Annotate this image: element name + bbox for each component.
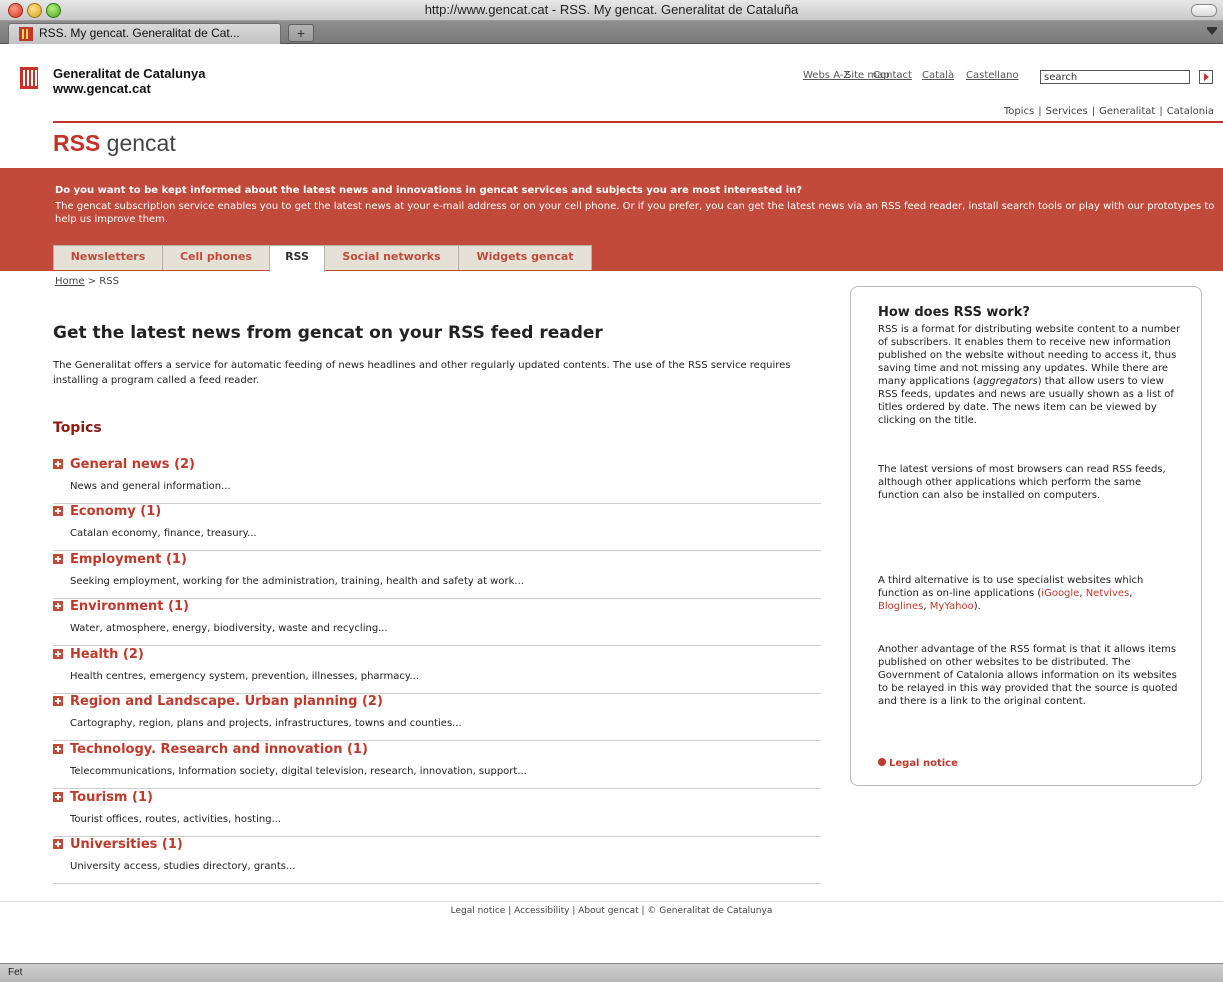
- search-input[interactable]: [1040, 70, 1190, 84]
- topic-description: News and general information...: [70, 481, 231, 492]
- breadcrumb-current: RSS: [99, 276, 119, 287]
- topic-description: Tourist offices, routes, activities, hos…: [70, 814, 282, 825]
- brand-name[interactable]: Generalitat de Catalunya: [53, 66, 205, 81]
- list-item: Economy (1) Catalan economy, finance, tr…: [53, 504, 821, 551]
- topic-description: University access, studies directory, gr…: [70, 861, 296, 872]
- browser-tab-bar: RSS. My gencat. Generalitat de Cat... +: [0, 21, 1223, 44]
- list-item: Region and Landscape. Urban planning (2)…: [53, 694, 821, 741]
- breadcrumb-home[interactable]: Home: [55, 276, 85, 287]
- list-item: Universities (1) University access, stud…: [53, 837, 821, 884]
- gencat-favicon-icon: [19, 27, 33, 41]
- topic-link[interactable]: Environment (1): [70, 599, 189, 614]
- topic-description: Water, atmosphere, energy, biodiversity,…: [70, 623, 388, 634]
- topic-link[interactable]: Health (2): [70, 647, 144, 662]
- window-title: http://www.gencat.cat - RSS. My gencat. …: [424, 2, 799, 17]
- footer-divider: [0, 901, 1223, 902]
- link-bloglines[interactable]: Bloglines: [878, 601, 923, 612]
- topic-link[interactable]: General news (2): [70, 457, 195, 472]
- nav-catalonia[interactable]: Catalonia: [1167, 106, 1214, 117]
- rss-gencat-title: RSS gencat: [53, 130, 176, 156]
- top-navigation: Topics | Services | Generalitat | Catalonia: [1003, 106, 1214, 117]
- topic-link[interactable]: Employment (1): [70, 552, 187, 567]
- nav-generalitat[interactable]: Generalitat: [1099, 106, 1155, 117]
- banner-question: Do you want to be kept informed about th…: [55, 185, 803, 196]
- expand-icon[interactable]: [53, 744, 63, 754]
- topic-link[interactable]: Universities (1): [70, 837, 183, 852]
- status-text: Fet: [8, 967, 23, 978]
- sidebar-paragraph-2: The latest versions of most browsers can…: [878, 464, 1166, 501]
- list-item: Environment (1) Water, atmosphere, energ…: [53, 599, 821, 646]
- search-go-button[interactable]: [1199, 70, 1213, 84]
- sidebar-paragraph-1: RSS is a format for distributing website…: [878, 324, 1181, 426]
- brand-url[interactable]: www.gencat.cat: [53, 81, 151, 96]
- nav-services[interactable]: Services: [1046, 106, 1088, 117]
- expand-icon[interactable]: [53, 506, 63, 516]
- browser-tab-label: RSS. My gencat. Generalitat de Cat...: [39, 26, 240, 40]
- expand-icon[interactable]: [53, 459, 63, 469]
- list-item: General news (2) News and general inform…: [53, 457, 821, 504]
- breadcrumb: Home > RSS: [55, 276, 119, 287]
- link-webs-az[interactable]: Webs A-Z: [803, 70, 850, 81]
- generalitat-logo-icon[interactable]: [20, 67, 38, 89]
- expand-icon[interactable]: [53, 792, 63, 802]
- legal-notice-link[interactable]: Legal notice: [878, 758, 958, 769]
- tab-social-networks[interactable]: Social networks: [324, 245, 459, 270]
- toolbar-toggle-button[interactable]: [1191, 4, 1217, 17]
- expand-icon[interactable]: [53, 839, 63, 849]
- topic-link[interactable]: Region and Landscape. Urban planning (2): [70, 694, 383, 709]
- link-igoogle[interactable]: iGoogle: [1041, 588, 1079, 599]
- header-divider: [53, 121, 1223, 123]
- list-item: Employment (1) Seeking employment, worki…: [53, 552, 821, 599]
- link-contact[interactable]: Contact: [873, 70, 912, 81]
- topic-link[interactable]: Technology. Research and innovation (1): [70, 742, 368, 757]
- browser-tab[interactable]: RSS. My gencat. Generalitat de Cat...: [8, 23, 281, 44]
- page-title: Get the latest news from gencat on your …: [53, 323, 603, 343]
- topic-description: Seeking employment, working for the admi…: [70, 576, 524, 587]
- expand-icon[interactable]: [53, 649, 63, 659]
- expand-icon[interactable]: [53, 554, 63, 564]
- banner-description: The gencat subscription service enables …: [55, 201, 1215, 225]
- bullet-icon: [878, 758, 886, 766]
- tab-newsletters[interactable]: Newsletters: [53, 245, 163, 270]
- tab-rss[interactable]: RSS: [269, 245, 325, 272]
- page-footer[interactable]: Legal notice | Accessibility | About gen…: [0, 906, 1223, 916]
- topic-description: Catalan economy, finance, treasury...: [70, 528, 257, 539]
- nav-topics[interactable]: Topics: [1004, 106, 1034, 117]
- tab-widgets-gencat[interactable]: Widgets gencat: [458, 245, 592, 270]
- list-item: Technology. Research and innovation (1) …: [53, 742, 821, 789]
- topics-heading: Topics: [53, 420, 102, 436]
- topic-description: Cartography, region, plans and projects,…: [70, 718, 462, 729]
- rss-info-box: How does RSS work? RSS is a format for d…: [850, 286, 1202, 786]
- list-item: Health (2) Health centres, emergency sys…: [53, 647, 821, 694]
- sidebar-paragraph-4: Another advantage of the RSS format is t…: [878, 644, 1178, 707]
- new-tab-button[interactable]: +: [288, 24, 314, 42]
- topic-description: Health centres, emergency system, preven…: [70, 671, 419, 682]
- link-myyahoo[interactable]: MyYahoo: [930, 601, 974, 612]
- intro-text: The Generalitat offers a service for aut…: [53, 360, 791, 386]
- sidebar-heading: How does RSS work?: [878, 305, 1030, 320]
- link-castellano[interactable]: Castellano: [966, 70, 1019, 81]
- status-bar: Fet: [0, 963, 1223, 982]
- tab-cell-phones[interactable]: Cell phones: [162, 245, 270, 270]
- sidebar-paragraph-3: A third alternative is to use specialist…: [878, 575, 1144, 612]
- topic-link[interactable]: Tourism (1): [70, 790, 153, 805]
- topic-link[interactable]: Economy (1): [70, 504, 161, 519]
- tab-overflow-menu-icon[interactable]: [1207, 27, 1217, 37]
- list-item: Tourism (1) Tourist offices, routes, act…: [53, 790, 821, 837]
- window-titlebar: http://www.gencat.cat - RSS. My gencat. …: [0, 0, 1223, 21]
- expand-icon[interactable]: [53, 601, 63, 611]
- expand-icon[interactable]: [53, 696, 63, 706]
- topic-description: Telecommunications, Information society,…: [70, 766, 527, 777]
- link-netvives[interactable]: Netvives: [1086, 588, 1130, 599]
- link-catala[interactable]: Català: [922, 70, 954, 81]
